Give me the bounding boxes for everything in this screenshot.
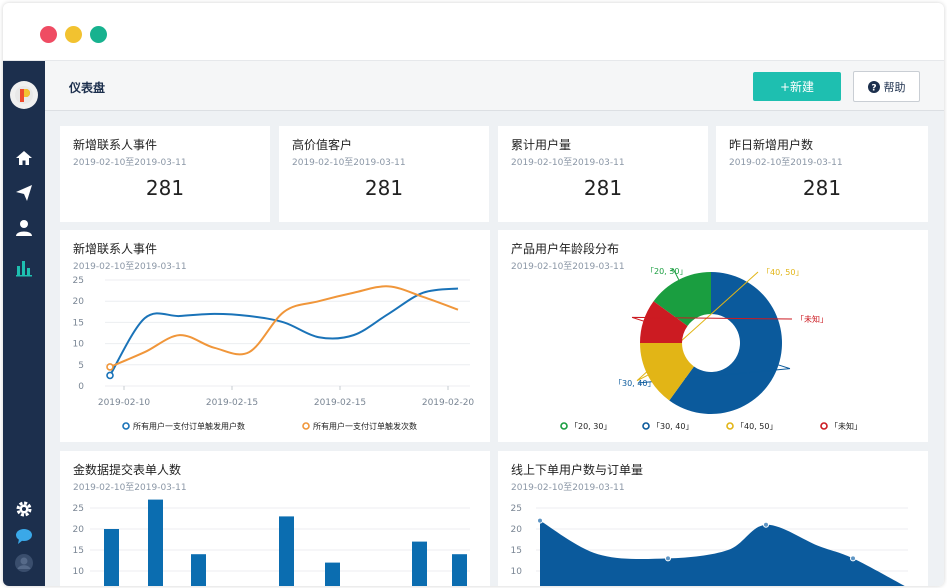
kpi-title: 昨日新增用户数: [729, 138, 814, 152]
kpi-card[interactable]: 新增联系人事件 2019-02-10至2019-03-11 281: [60, 126, 270, 222]
y-tick-label: 20: [511, 525, 523, 535]
bar-chart-icon[interactable]: [14, 258, 34, 278]
legend-label: 「40, 50」: [736, 422, 777, 431]
x-tick-label: 2019-02-10: [98, 398, 151, 408]
area-point: [763, 521, 769, 528]
legend-label: 所有用户一支付订单触发用户数: [133, 421, 245, 431]
bar-chart-card[interactable]: 金数据提交表单人数 2019-02-10至2019-03-11 10 15 20 25: [60, 451, 490, 586]
series-line: [109, 285, 459, 368]
y-tick-label: 20: [73, 525, 85, 535]
legend-marker: [820, 422, 828, 430]
y-tick-label: 0: [78, 382, 84, 392]
main-content: 仪表盘 +新建 ? 帮助 新增联系人事件 2019-02-10至2019-03-…: [45, 61, 944, 586]
kpi-value: 281: [802, 176, 842, 200]
maximize-window-button[interactable]: [90, 26, 107, 43]
minimize-window-button[interactable]: [65, 26, 82, 43]
area-fill: [540, 520, 905, 586]
y-tick-label: 5: [78, 361, 84, 371]
legend-label: 「30, 40」: [652, 422, 693, 431]
kpi-card[interactable]: 累计用户量 2019-02-10至2019-03-11 281: [498, 126, 708, 222]
help-label: 帮助: [883, 80, 906, 94]
app-window: 仪表盘 +新建 ? 帮助 新增联系人事件 2019-02-10至2019-03-…: [3, 3, 944, 586]
legend-marker: [122, 422, 130, 430]
kpi-title: 高价值客户: [292, 138, 353, 152]
series-start-point: [106, 371, 114, 380]
svg-text:?: ?: [871, 83, 876, 93]
kpi-range: 2019-02-10至2019-03-11: [292, 158, 406, 168]
area-point: [537, 517, 543, 524]
bar: [452, 554, 467, 586]
line-chart-card[interactable]: 新增联系人事件 2019-02-10至2019-03-11 0 5 10 15 20 25…: [60, 230, 490, 442]
y-tick-label: 10: [73, 340, 85, 350]
kpi-value: 281: [145, 176, 185, 200]
y-tick-label: 15: [511, 546, 522, 556]
donut-slice-label: 「20, 30」: [646, 267, 687, 276]
chat-icon[interactable]: [14, 526, 34, 546]
y-tick-label: 15: [73, 318, 84, 328]
close-window-button[interactable]: [40, 26, 57, 43]
donut-slice-label: 「未知」: [796, 314, 828, 324]
kpi-range: 2019-02-10至2019-03-11: [729, 158, 843, 168]
kpi-card[interactable]: 昨日新增用户数 2019-02-10至2019-03-11 281: [716, 126, 928, 222]
bar: [279, 516, 294, 586]
sidebar: [3, 61, 45, 586]
series-start-point: [106, 363, 114, 371]
send-icon[interactable]: [14, 183, 34, 203]
avatar-icon[interactable]: [14, 553, 34, 573]
kpi-value: 281: [583, 176, 623, 200]
gear-icon[interactable]: [14, 499, 34, 519]
y-tick-label: 10: [511, 567, 523, 577]
y-tick-label: 25: [511, 504, 522, 514]
legend-marker: [302, 422, 310, 430]
bar: [191, 554, 206, 586]
help-button[interactable]: ? 帮助: [853, 71, 920, 102]
title-bar: [3, 3, 944, 61]
x-tick-label: 2019-02-20: [422, 398, 475, 408]
area-chart: 10 15 20 25: [511, 504, 908, 586]
legend-label: 所有用户一支付订单触发次数: [313, 421, 417, 431]
legend-marker: [642, 422, 650, 430]
y-tick-label: 25: [73, 276, 84, 286]
new-button[interactable]: +新建: [753, 72, 841, 101]
bar: [148, 499, 163, 586]
y-tick-label: 10: [73, 567, 85, 577]
donut-slice-label: 「40, 50」: [762, 268, 803, 277]
kpi-value: 281: [364, 176, 404, 200]
page-title: 仪表盘: [69, 81, 106, 95]
bar-chart: 10 15 20 25: [73, 499, 470, 586]
legend-label: 「未知」: [830, 421, 862, 431]
y-tick-label: 15: [73, 546, 84, 556]
bar: [325, 562, 340, 586]
home-icon[interactable]: [14, 148, 34, 168]
user-icon[interactable]: [14, 218, 34, 238]
bar: [412, 541, 427, 586]
legend-label: 「20, 30」: [570, 422, 611, 431]
kpi-title: 新增联系人事件: [73, 138, 158, 152]
line-chart: 0 5 10 15 20 25 2019-02-10 2019-02-15 2019-02-15…: [73, 276, 475, 431]
kpi-title: 累计用户量: [511, 138, 572, 152]
y-tick-label: 20: [73, 297, 85, 307]
logo-icon[interactable]: [10, 81, 38, 109]
pie-chart-card[interactable]: 产品用户年龄段分布 2019-02-10至2019-03-11 「20, 30」…: [498, 230, 928, 442]
legend-marker: [726, 422, 734, 430]
help-icon: ?: [867, 80, 880, 93]
donut-slice-label: 「30, 40」: [614, 379, 655, 388]
bar: [104, 529, 119, 586]
x-tick-label: 2019-02-15: [314, 398, 366, 408]
legend-marker: [560, 422, 568, 430]
area-point: [850, 555, 856, 562]
top-bar: 仪表盘 +新建 ? 帮助: [45, 61, 944, 111]
kpi-range: 2019-02-10至2019-03-11: [511, 158, 625, 168]
x-tick-label: 2019-02-15: [206, 398, 258, 408]
area-point: [665, 555, 671, 562]
donut-chart: 「20, 30」「30, 40」「40, 50」「未知」「20, 30」 「30,…: [560, 267, 862, 431]
y-tick-label: 25: [73, 504, 84, 514]
kpi-range: 2019-02-10至2019-03-11: [73, 158, 187, 168]
kpi-card[interactable]: 高价值客户 2019-02-10至2019-03-11 281: [279, 126, 489, 222]
area-chart-card[interactable]: 线上下单用户数与订单量 2019-02-10至2019-03-11 10 15 20…: [498, 451, 928, 586]
